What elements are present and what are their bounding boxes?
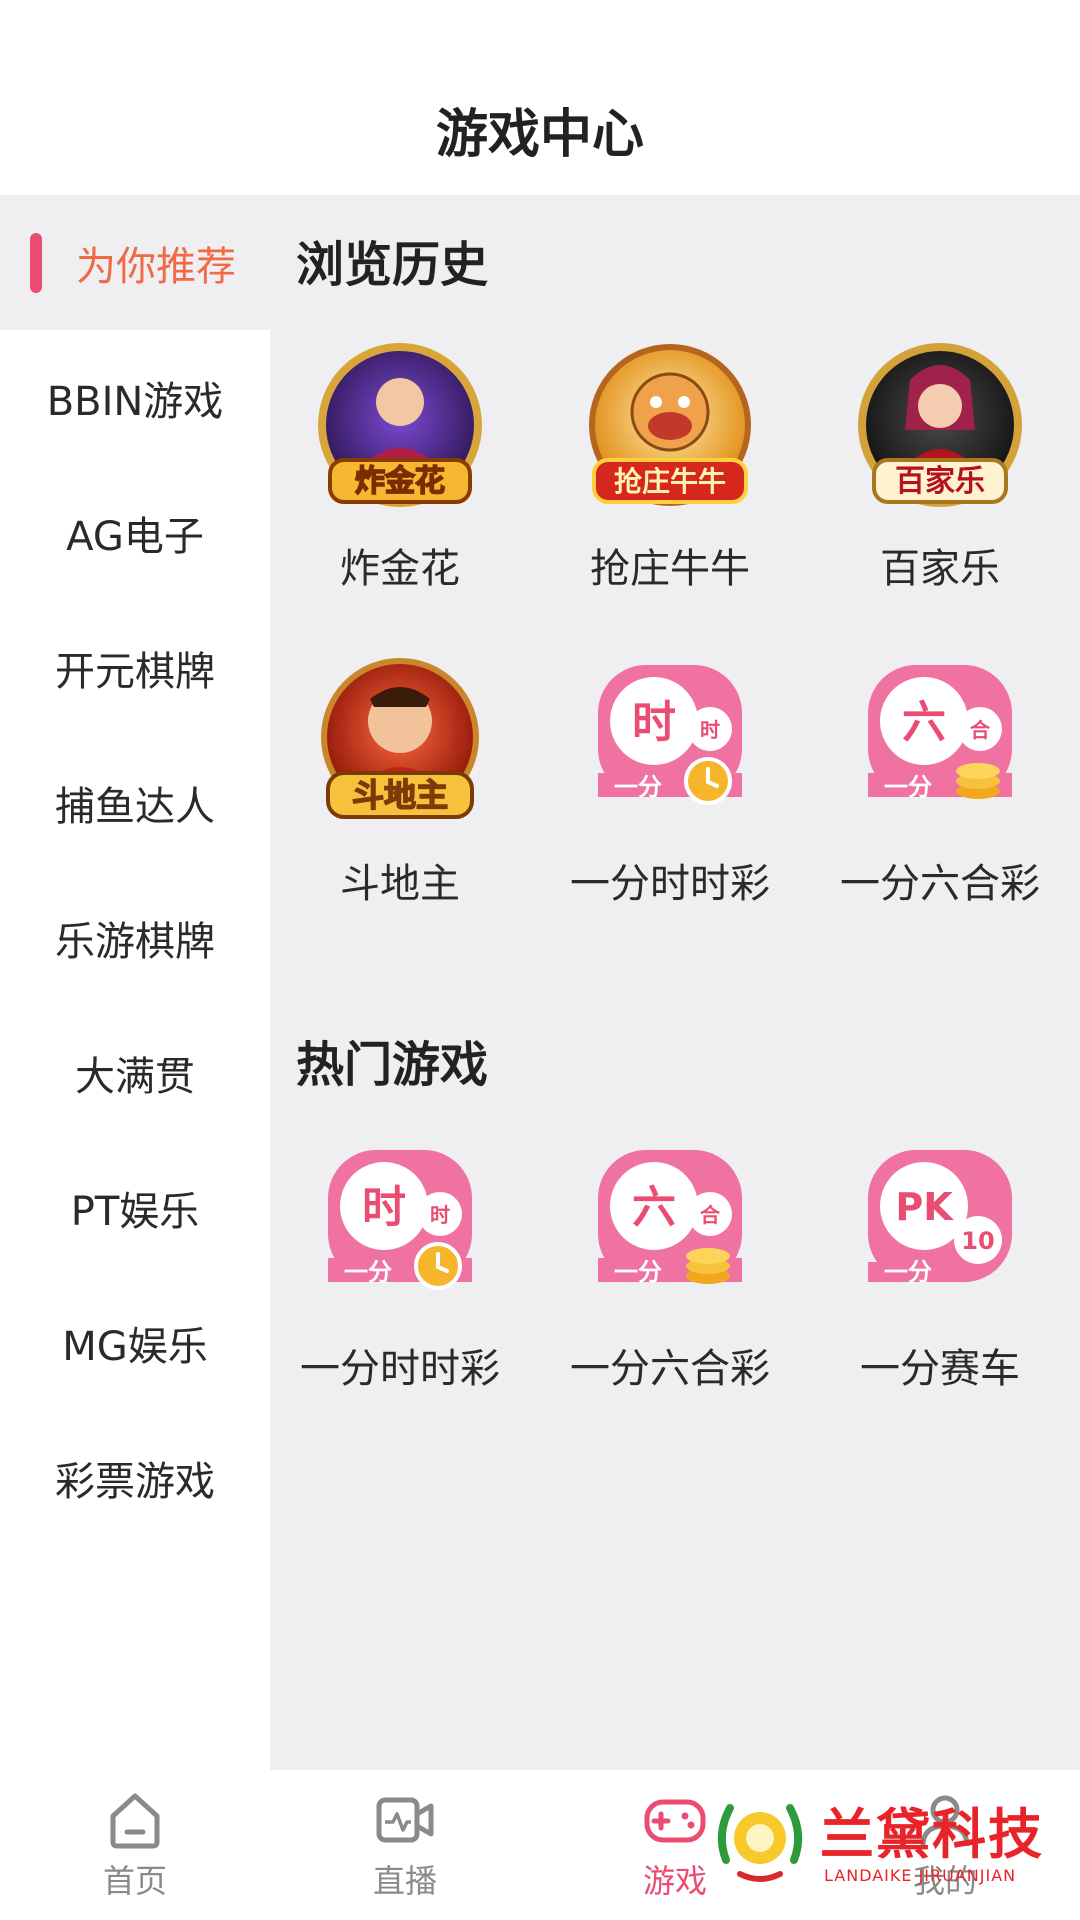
sidebar-item-lottery[interactable]: 彩票游戏 [0, 1410, 270, 1545]
badge-text: 炸金花 [355, 464, 445, 499]
live-video-icon [376, 1797, 434, 1843]
watermark-logo: 兰黛科技 LANDAIKE JIRUANJIAN [710, 1790, 1070, 1900]
sidebar-item-kaiyuan[interactable]: 开元棋牌 [0, 600, 270, 735]
page-title: 游戏中心 [435, 105, 644, 165]
tab-live[interactable]: 直播 [270, 1770, 540, 1920]
watermark-subtext: LANDAIKE JIRUANJIAN [824, 1866, 1017, 1885]
sidebar-item-label: 开元棋牌 [55, 648, 215, 695]
sidebar-item-pt[interactable]: PT娱乐 [0, 1140, 270, 1275]
tab-label: 首页 [102, 1862, 167, 1900]
icon-sub-char: 时 [430, 1203, 450, 1227]
gamepad-icon [644, 1799, 706, 1843]
game-name: 一分时时彩 [570, 861, 770, 907]
icon-bottom-text: 一分 [884, 773, 932, 801]
game-tile[interactable]: 六 合 一分 一分六合彩 [565, 1140, 775, 1396]
icon-main-char: 六 [902, 697, 946, 748]
icon-sub-char: 时 [700, 718, 720, 742]
icon-bottom-text: 一分 [614, 1258, 662, 1286]
game-name: 炸金花 [340, 546, 460, 592]
yifen-liuhecai-icon: 六 合 一分 [598, 1150, 742, 1286]
game-content: 浏览历史 炸金花 炸金花 抢庄牛牛 抢庄牛牛 百家乐 百家乐 斗地主 斗地主 时… [270, 195, 1080, 1770]
sidebar-item-damanguan[interactable]: 大满贯 [0, 1005, 270, 1140]
icon-sub-char: 10 [961, 1227, 994, 1255]
sidebar-item-ag[interactable]: AG电子 [0, 465, 270, 600]
sidebar-item-label: 为你推荐 [76, 243, 236, 290]
game-name: 斗地主 [340, 861, 460, 907]
yifen-shishicai-icon: 时 时 一分 [598, 665, 742, 805]
sidebar-item-label: 捕鱼达人 [55, 783, 215, 830]
badge-text: 斗地主 [352, 776, 448, 814]
game-tile[interactable]: 六 合 一分 一分六合彩 [835, 655, 1045, 911]
icon-sub-char: 合 [700, 1203, 721, 1227]
game-tile[interactable]: 时 时 一分 一分时时彩 [295, 1140, 505, 1396]
badge-text: 百家乐 [895, 464, 985, 499]
game-name: 一分六合彩 [570, 1346, 770, 1392]
icon-sub-char: 合 [970, 718, 991, 742]
icon-main-char: 时 [362, 1182, 406, 1233]
icon-main-char: 六 [632, 1182, 676, 1233]
sidebar-item-label: AG电子 [66, 513, 204, 560]
sidebar-item-label: PT娱乐 [70, 1188, 200, 1235]
sidebar-item-leyou[interactable]: 乐游棋牌 [0, 870, 270, 1005]
sidebar-item-label: 大满贯 [75, 1053, 195, 1100]
game-name: 一分赛车 [860, 1346, 1020, 1392]
sidebar-item-label: BBIN游戏 [46, 378, 224, 425]
icon-main-char: PK [895, 1185, 954, 1229]
game-tile[interactable]: 抢庄牛牛 抢庄牛牛 [565, 340, 775, 596]
active-indicator [30, 233, 42, 293]
yifen-liuhecai-icon: 六 合 一分 [868, 665, 1012, 801]
section-title-history: 浏览历史 [296, 237, 489, 293]
sidebar-item-bbin[interactable]: BBIN游戏 [0, 330, 270, 465]
yifen-shishicai-icon: 时 时 一分 [328, 1150, 472, 1290]
header: 游戏中心 [0, 0, 1080, 195]
game-tile[interactable]: 炸金花 炸金花 [295, 340, 505, 596]
home-icon [110, 1793, 160, 1849]
tab-label: 直播 [372, 1862, 437, 1900]
sidebar-item-recommended[interactable]: 为你推荐 [0, 195, 270, 330]
zhajinhua-icon: 炸金花 [318, 343, 482, 507]
sidebar-item-label: MG娱乐 [62, 1323, 208, 1370]
game-name: 一分六合彩 [840, 861, 1040, 907]
baijiale-icon: 百家乐 [858, 343, 1022, 507]
icon-bottom-text: 一分 [344, 1258, 392, 1286]
sidebar-item-label: 彩票游戏 [55, 1458, 215, 1505]
laurel-sun-icon [717, 1804, 803, 1882]
icon-main-char: 时 [632, 697, 676, 748]
section-title-hot: 热门游戏 [296, 1037, 489, 1093]
game-name: 一分时时彩 [300, 1346, 500, 1392]
sidebar-item-fishing[interactable]: 捕鱼达人 [0, 735, 270, 870]
yifen-saiche-icon: PK 10 一分 [868, 1150, 1012, 1286]
icon-bottom-text: 一分 [614, 773, 662, 801]
doudizhu-icon: 斗地主 [321, 658, 479, 819]
qiangzhuang-niuniu-icon: 抢庄牛牛 [589, 344, 751, 506]
watermark-text: 兰黛科技 [820, 1803, 1044, 1866]
game-name: 百家乐 [880, 546, 1000, 592]
game-tile[interactable]: 时 时 一分 一分时时彩 [565, 655, 775, 911]
game-tile[interactable]: 斗地主 斗地主 [295, 655, 505, 911]
game-tile[interactable]: PK 10 一分 一分赛车 [835, 1140, 1045, 1396]
sidebar-item-mg[interactable]: MG娱乐 [0, 1275, 270, 1410]
game-name: 抢庄牛牛 [590, 546, 750, 592]
category-sidebar: 为你推荐 BBIN游戏 AG电子 开元棋牌 捕鱼达人 乐游棋牌 大满贯 PT娱乐… [0, 195, 270, 1770]
game-tile[interactable]: 百家乐 百家乐 [835, 340, 1045, 596]
sidebar-item-label: 乐游棋牌 [55, 918, 215, 965]
badge-text: 抢庄牛牛 [614, 465, 726, 498]
tab-home[interactable]: 首页 [0, 1770, 270, 1920]
icon-bottom-text: 一分 [884, 1258, 932, 1286]
